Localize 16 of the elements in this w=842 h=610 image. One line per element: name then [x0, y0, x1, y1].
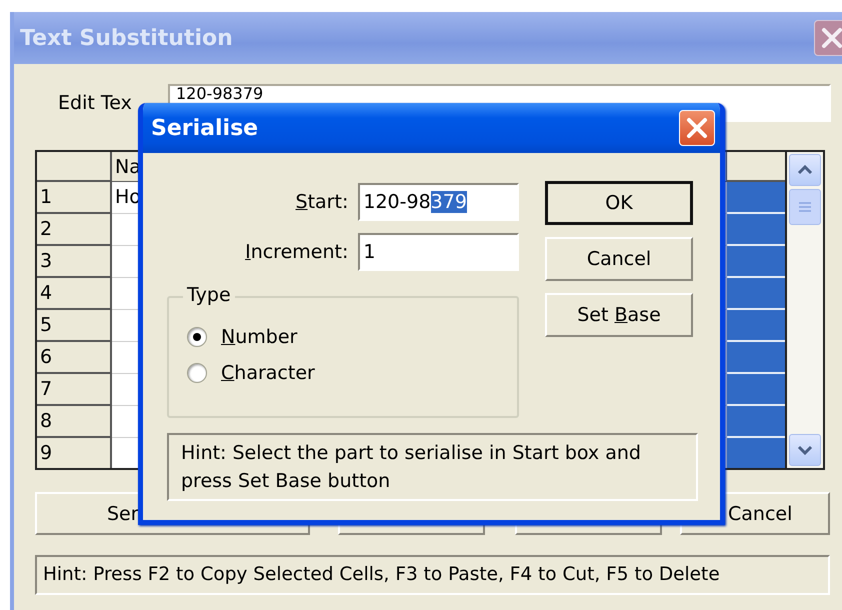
row-number: 2 — [37, 214, 112, 246]
row-number: 3 — [37, 246, 112, 278]
increment-label: Increment: — [244, 241, 348, 263]
row-number: 7 — [37, 374, 112, 406]
row-number: 5 — [37, 310, 112, 342]
hint-text: Hint: Press F2 to Copy Selected Cells, F3 to Paste, F4 to Cut, F5 to Delete — [35, 555, 830, 595]
window-title: Text Substitution — [20, 26, 233, 50]
row-number: 1 — [37, 182, 112, 214]
row-number: 8 — [37, 406, 112, 438]
field-label: Edit Tex — [58, 92, 133, 114]
group-label: Type — [183, 284, 235, 306]
row-number: 4 — [37, 278, 112, 310]
start-label: Start: — [294, 191, 348, 213]
dialog-title: Serialise — [151, 116, 258, 140]
hint-text: Hint: Select the part to serialise in Start box and press Set Base button — [167, 433, 698, 501]
row-number: 6 — [37, 342, 112, 374]
